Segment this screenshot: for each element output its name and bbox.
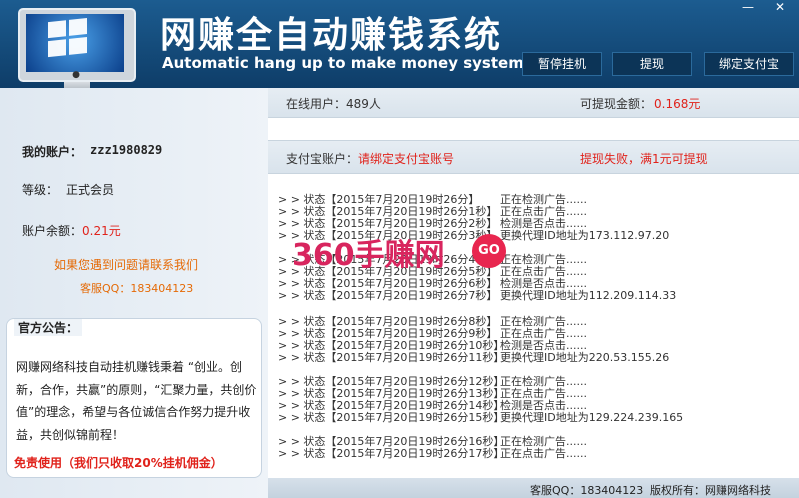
log-line: > > 状态【2015年7月20日19时26分10秒】检测是否点击...... [278,339,587,352]
level-label: 等级： [22,183,59,197]
spacer [268,118,799,140]
notice-title: 官方公告： [14,319,83,336]
account-label: 我的账户： [22,145,83,159]
log-line: > > 状态【2015年7月20日19时26分1秒】 正在点击广告...... [278,205,587,218]
withdraw-error: 提现失败，满1元可提现 [580,152,708,166]
withdrawable-value: 0.168元 [654,97,701,111]
log-line: > > 状态【2015年7月20日19时26分14秒】检测是否点击...... [278,399,587,412]
app-title: 网赚全自动赚钱系统 [160,15,503,56]
log-line: > > 状态【2015年7月20日19时26分2秒】 检测是否点击...... [278,217,587,230]
watermark-text: 360手赚网 [292,238,445,273]
balance-label: 账户余额： [22,224,83,238]
log-line: > > 状态【2015年7月20日19时26分9秒】 正在点击广告...... [278,327,587,340]
help-link[interactable]: 如果您遇到问题请联系我们 [54,256,198,273]
balance-value: 0.21元 [82,224,121,238]
withdraw-button[interactable]: 提现 [612,52,692,76]
status-bar-copyright: 版权所有：网赚网络科技 [650,484,771,497]
pause-hangup-button[interactable]: 暂停挂机 [522,52,602,76]
title-bar: ● 网赚全自动赚钱系统 Automatic hang up to make mo… [0,0,799,92]
app-subtitle: Automatic hang up to make money system [162,54,524,72]
alipay-label: 支付宝账户： [286,152,359,166]
log-line: > > 状态【2015年7月20日19时26分6秒】 检测是否点击...... [278,277,587,290]
windows-logo-icon [48,18,88,58]
bind-alipay-button[interactable]: 绑定支付宝 [704,52,794,76]
computer-monitor-icon: ● [18,8,136,92]
log-line: > > 状态【2015年7月20日19时26分17秒】正在点击广告...... [278,447,587,460]
minimize-button[interactable]: — [735,0,761,14]
close-button[interactable]: ✕ [767,0,793,14]
notice-body: 网赚网络科技自动挂机赚钱秉着 “创业。创新，合作，共赢”的原则，“汇聚力量，共创… [16,360,257,442]
log-line: > > 状态【2015年7月20日19时26分12秒】正在检测广告...... [278,375,587,388]
alipay-value: 请绑定支付宝账号 [358,152,455,166]
status-log: > > 状态【2015年7月20日19时26分】 正在检测广告...... > >… [270,178,795,478]
apple-logo-icon: ● [72,70,80,80]
online-users: 在线用户：489人 [286,97,381,111]
level-value: 正式会员 [66,183,115,197]
log-line: > > 状态【2015年7月20日19时26分11秒】更换代理ID地址为220.… [278,351,670,364]
watermark-go-badge: GO [472,234,506,268]
withdrawable-label: 可提现金额： [580,97,653,111]
log-line: > > 状态【2015年7月20日19时26分15秒】更换代理ID地址为129.… [278,411,684,424]
log-line: > > 状态【2015年7月20日19时26分】 正在检测广告...... [278,193,587,206]
log-line: > > 状态【2015年7月20日19时26分16秒】正在检测广告...... [278,435,587,448]
log-line: > > 状态【2015年7月20日19时26分13秒】正在点击广告...... [278,387,587,400]
notice-footer: 免责使用（我们只收取20%挂机佣金） [14,456,223,470]
account-value: zzz1980829 [90,143,163,157]
log-line: > > 状态【2015年7月20日19时26分7秒】 更换代理ID地址为112.2… [278,289,677,302]
log-line: > > 状态【2015年7月20日19时26分8秒】 正在检测广告...... [278,315,587,328]
status-bar-qq: 客服QQ：183404123 [530,484,644,497]
service-qq: 客服QQ：183404123 [80,282,194,295]
